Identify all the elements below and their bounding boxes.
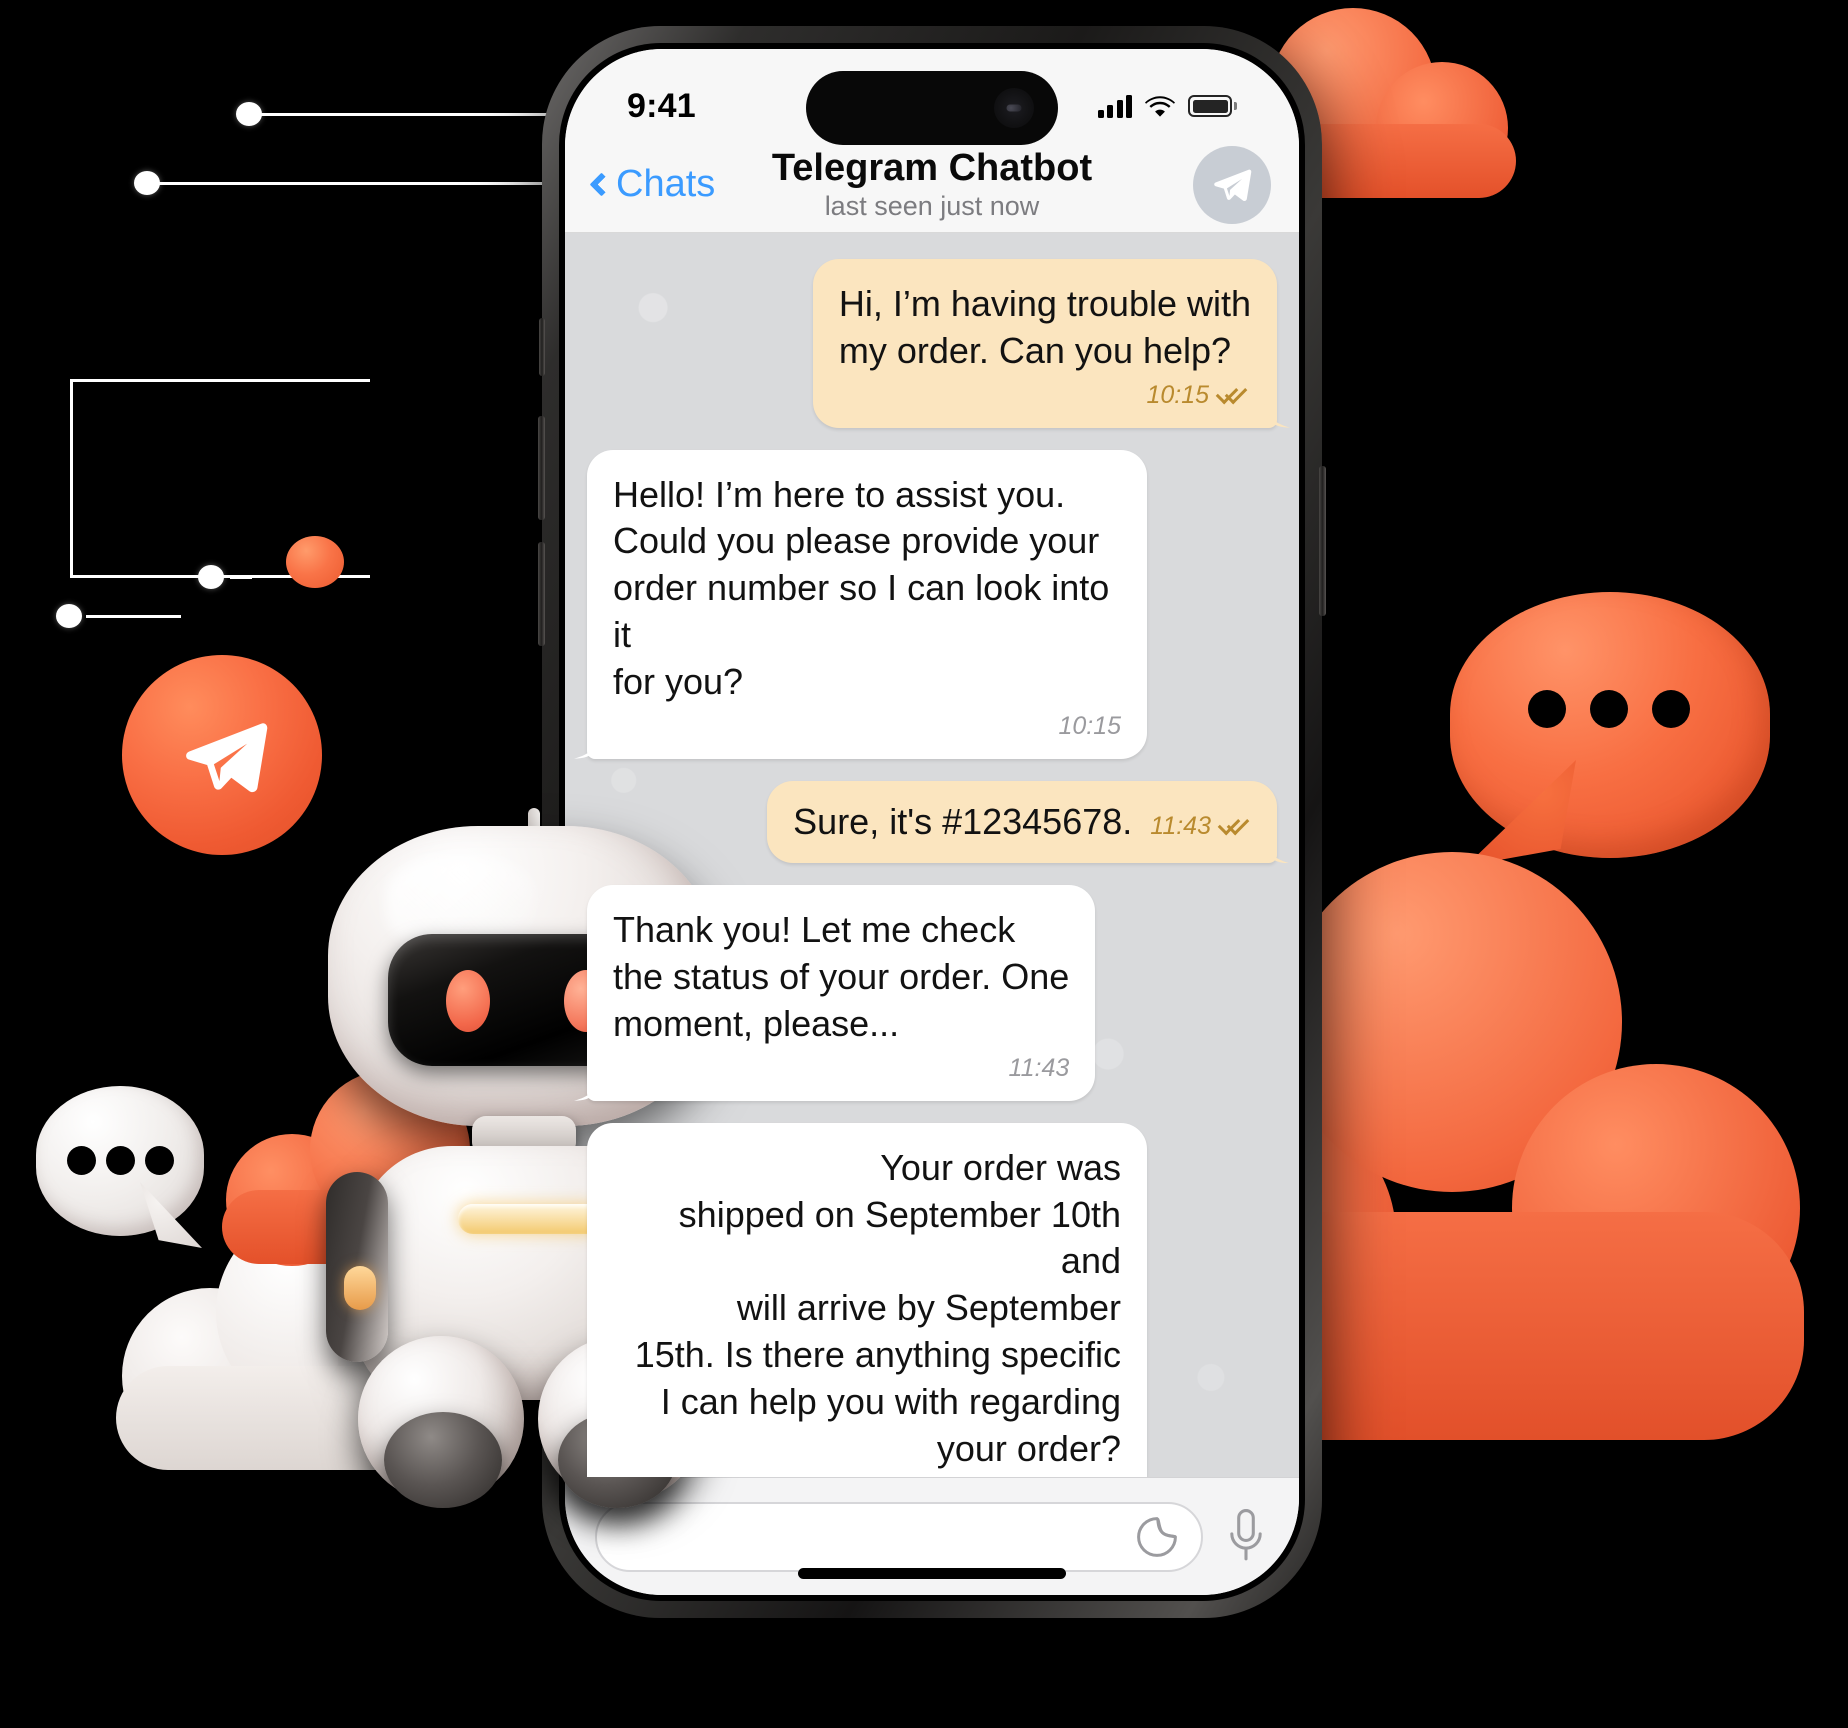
dynamic-island [806,71,1058,145]
chat-title-block[interactable]: Telegram Chatbot last seen just now [702,147,1162,223]
message-bubble-outgoing[interactable]: Hi, I’m having trouble with my order. Ca… [812,259,1277,428]
robot-shoulder-left-accent [344,1266,376,1310]
phone-bezel: 9:41 Chats Telegram Chatbot last seen ju… [559,43,1305,1601]
mute-switch[interactable] [539,318,545,376]
robot-chest-light [458,1204,602,1234]
message-text: Hi, I’m having trouble with my order. Ca… [838,283,1251,371]
message-row: Thank you! Let me check the status of yo… [587,885,1277,1101]
battery-full-icon [1188,95,1237,117]
connector-dot-3 [198,565,224,589]
back-to-chats-button[interactable]: Chats [589,163,716,206]
message-time: 11:43 [1150,811,1211,840]
connector-line-3 [230,576,252,579]
connector-line-1 [258,113,558,116]
message-time: 11:43 [1008,1053,1070,1082]
home-indicator [798,1568,1066,1579]
chevron-left-icon [589,172,614,197]
double-check-icon [1217,384,1251,406]
message-row: Sure, it's #12345678. 11:43 [587,780,1277,864]
power-button[interactable] [1319,466,1326,616]
typing-dot [1528,690,1566,728]
message-text: Sure, it's #12345678. [793,800,1133,842]
phone-screen: 9:41 Chats Telegram Chatbot last seen ju… [565,49,1299,1595]
typing-bubble-orange [1450,592,1770,866]
decor-orange-dot [286,536,344,588]
telegram-paper-plane-icon [186,723,268,793]
message-meta: 10:15 [613,712,1121,741]
volume-down-button[interactable] [538,542,545,646]
message-meta: 10:15 [839,381,1251,410]
double-check-icon [1219,815,1253,837]
typing-dot [67,1146,96,1175]
typing-dot [1652,690,1690,728]
message-list[interactable]: Hi, I’m having trouble with my order. Ca… [565,233,1299,1477]
message-text: Hello! I’m here to assist you. Could you… [613,473,1110,702]
message-row: Your order was shipped on September 10th… [587,1122,1277,1477]
front-camera-icon [994,88,1034,128]
message-input[interactable] [595,1501,1203,1572]
message-text: Thank you! Let me check the status of yo… [613,909,1070,1044]
avatar[interactable] [1193,145,1271,224]
back-button-label: Chats [616,163,716,205]
status-icons [1097,94,1237,118]
connector-dot-1 [236,102,262,126]
cellular-bars-icon [1097,94,1132,118]
robot-foot-left [384,1412,502,1508]
message-time: 10:15 [1058,711,1121,740]
page-title: Telegram Chatbot [771,146,1093,189]
connector-dot-2 [134,171,160,195]
chat-header: Chats Telegram Chatbot last seen just no… [565,137,1299,233]
microphone-icon[interactable] [1223,1506,1269,1568]
typing-dot [1590,690,1628,728]
status-clock: 9:41 [627,86,696,125]
message-meta: 11:43 [613,1053,1070,1083]
scene-root: 9:41 Chats Telegram Chatbot last seen ju… [0,0,1848,1728]
telegram-logo-ball [122,655,322,855]
message-time: 10:15 [1146,380,1209,409]
message-bubble-incoming[interactable]: Hello! I’m here to assist you. Could you… [587,449,1147,759]
connector-dot-4 [56,604,82,628]
message-bubble-incoming[interactable]: Thank you! Let me check the status of yo… [587,885,1096,1101]
connector-line-2 [152,182,552,185]
message-row: Hi, I’m having trouble with my order. Ca… [587,259,1277,428]
wifi-icon [1145,95,1175,117]
volume-up-button[interactable] [538,416,545,520]
message-row: Hello! I’m here to assist you. Could you… [587,449,1277,759]
message-bubble-outgoing[interactable]: Sure, it's #12345678. 11:43 [767,780,1277,864]
last-seen-status: last seen just now [824,191,1040,222]
robot-eye-left [446,970,490,1032]
telegram-paper-plane-icon [1214,169,1252,201]
message-text: Your order was shipped on September 10th… [634,1146,1121,1469]
message-meta: 11:43 [1150,812,1253,841]
sticker-icon[interactable] [1133,1513,1181,1561]
phone-device: 9:41 Chats Telegram Chatbot last seen ju… [538,26,1326,1618]
connector-line-4 [86,615,181,618]
message-bubble-incoming[interactable]: Your order was shipped on September 10th… [587,1122,1147,1477]
